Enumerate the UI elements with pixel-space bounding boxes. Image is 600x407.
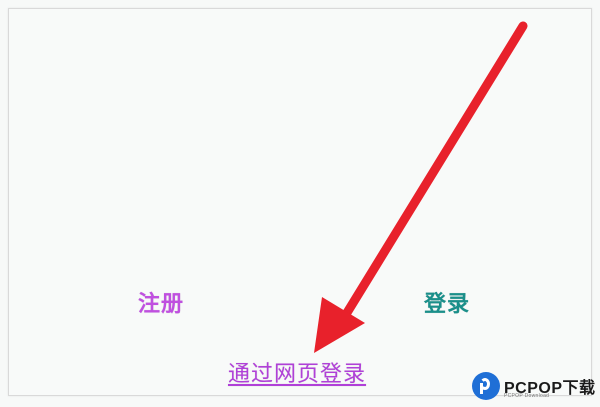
pcpop-logo-icon xyxy=(472,372,500,400)
screenshot-frame: 注册 登录 通过网页登录 PCPOP下载 PCPOP Download xyxy=(0,0,600,407)
watermark: PCPOP下载 PCPOP Download xyxy=(472,370,598,404)
login-panel xyxy=(8,8,592,396)
login-link[interactable]: 登录 xyxy=(424,286,470,318)
register-link[interactable]: 注册 xyxy=(138,286,184,318)
watermark-tagline: PCPOP Download xyxy=(504,393,550,399)
web-login-link[interactable]: 通过网页登录 xyxy=(228,356,366,388)
